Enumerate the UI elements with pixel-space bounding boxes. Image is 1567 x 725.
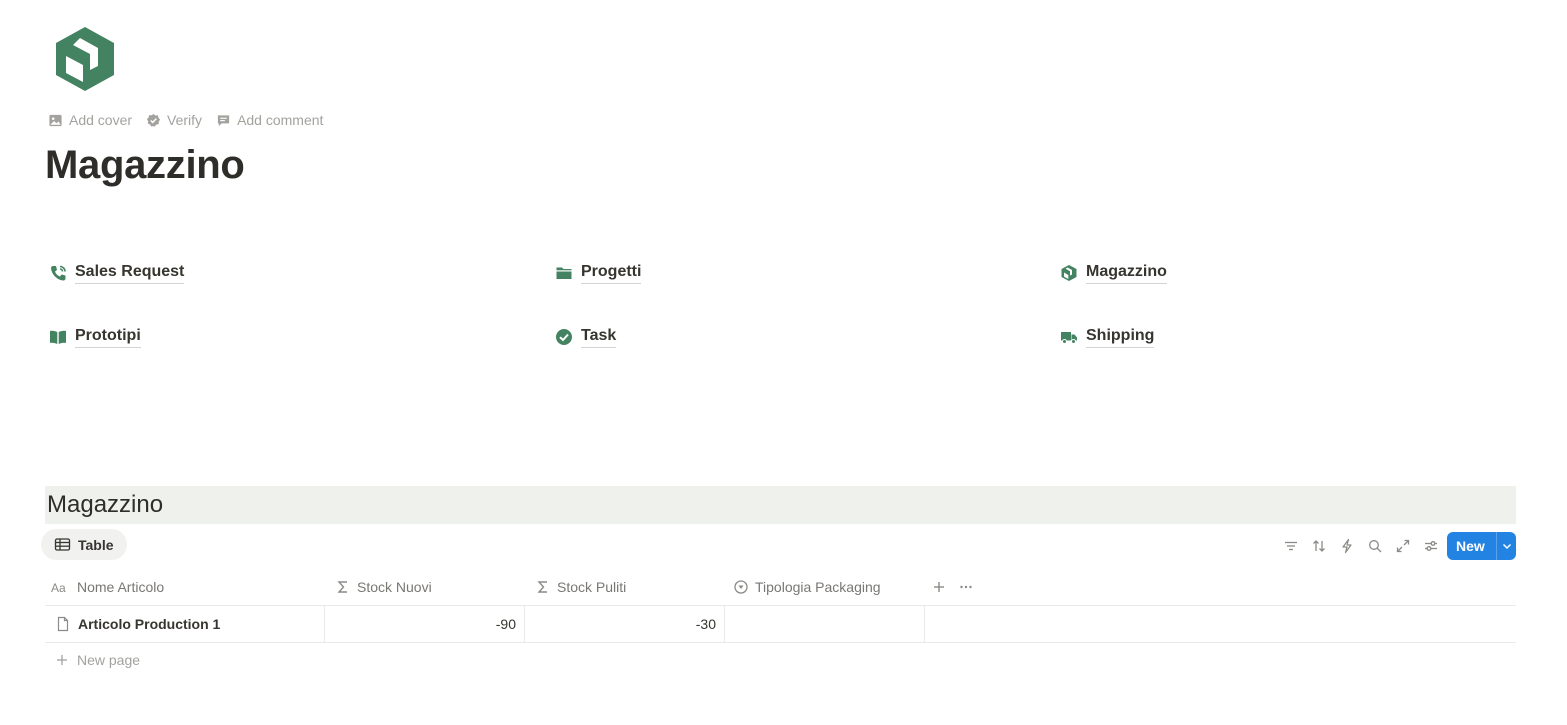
sort-button[interactable] — [1305, 534, 1333, 558]
link-shipping[interactable]: Shipping — [1060, 326, 1155, 348]
more-horizontal-icon — [960, 585, 972, 589]
image-icon — [49, 114, 62, 126]
link-label: Shipping — [1086, 326, 1155, 348]
database-title[interactable]: Magazzino — [47, 491, 163, 519]
settings-button[interactable] — [1417, 534, 1445, 558]
new-button-label: New — [1456, 538, 1485, 554]
cell-stock-puliti[interactable]: -30 — [525, 606, 725, 642]
link-magazzino[interactable]: Magazzino — [1060, 262, 1167, 284]
plus-icon — [57, 655, 67, 665]
filter-icon — [1285, 541, 1297, 551]
settings-icon — [1425, 541, 1437, 551]
link-label: Magazzino — [1086, 262, 1167, 284]
new-button[interactable]: New — [1447, 532, 1516, 560]
comment-icon — [217, 114, 230, 126]
search-icon — [1369, 540, 1382, 553]
add-cover-button[interactable]: Add cover — [48, 111, 132, 129]
expand-icon — [1396, 539, 1410, 553]
warehouse-box-icon — [56, 27, 114, 91]
table-row[interactable]: Articolo Production 1 -90 -30 — [45, 606, 1516, 643]
sigma-icon — [537, 581, 547, 593]
sort-icon — [1313, 540, 1325, 552]
add-property-button[interactable] — [931, 569, 947, 605]
check-circle-icon — [555, 328, 573, 346]
column-header-stock-nuovi[interactable]: Stock Nuovi — [335, 569, 432, 605]
search-button[interactable] — [1361, 534, 1389, 558]
filter-button[interactable] — [1277, 534, 1305, 558]
database-title-bar — [45, 486, 1516, 524]
page-icon-warehouse-box[interactable] — [52, 26, 118, 92]
verify-label: Verify — [167, 112, 203, 128]
column-header-stock-puliti[interactable]: Stock Puliti — [535, 569, 626, 605]
expand-button[interactable] — [1389, 534, 1417, 558]
link-progetti[interactable]: Progetti — [555, 262, 642, 284]
truck-icon — [1060, 328, 1078, 346]
page-actions: Add cover Verify Add comment — [48, 111, 323, 129]
new-page-button[interactable]: New page — [55, 652, 140, 668]
link-label: Prototipi — [75, 326, 141, 348]
box-icon — [1060, 264, 1078, 282]
new-page-label: New page — [77, 652, 141, 668]
view-tab-label: Table — [78, 536, 114, 553]
link-prototipi[interactable]: Prototipi — [49, 326, 141, 348]
more-options-button[interactable] — [958, 569, 974, 605]
folder-icon — [555, 264, 573, 282]
cell-tipologia-packaging[interactable] — [725, 606, 925, 642]
page-icon — [57, 616, 69, 632]
svg-text:Aa: Aa — [51, 581, 66, 595]
status-icon — [734, 580, 748, 594]
verify-badge-icon — [146, 113, 161, 127]
link-label: Sales Request — [75, 262, 185, 284]
column-header-nome-articolo[interactable]: Aa Nome Articolo — [51, 569, 164, 605]
link-task[interactable]: Task — [555, 326, 617, 348]
phone-icon — [49, 264, 67, 282]
cell-stock-nuovi[interactable]: -90 — [325, 606, 525, 642]
table-header: Aa Nome Articolo Stock Nuovi Stock Pulit… — [45, 569, 1516, 606]
add-comment-button[interactable]: Add comment — [216, 111, 323, 129]
link-label: Progetti — [581, 262, 642, 284]
add-cover-label: Add cover — [69, 112, 133, 128]
text-property-icon: Aa — [51, 581, 66, 595]
chevron-down-icon — [1502, 543, 1511, 550]
database-toolbar — [1277, 534, 1445, 558]
automation-button[interactable] — [1333, 534, 1361, 558]
row-name: Articolo Production 1 — [78, 616, 221, 632]
plus-icon — [934, 582, 944, 592]
view-tab-table[interactable]: Table — [41, 529, 127, 560]
add-comment-label: Add comment — [237, 112, 324, 128]
database-table: Aa Nome Articolo Stock Nuovi Stock Pulit… — [45, 569, 1516, 643]
verify-button[interactable]: Verify — [146, 111, 202, 129]
sigma-icon — [337, 581, 347, 593]
new-dropdown-button[interactable] — [1497, 540, 1516, 552]
cell-nome-articolo[interactable]: Articolo Production 1 — [45, 606, 325, 642]
automation-icon — [1342, 538, 1352, 554]
table-icon — [54, 538, 71, 551]
link-sales-request[interactable]: Sales Request — [49, 262, 185, 284]
link-label: Task — [581, 326, 617, 348]
page-title[interactable]: Magazzino — [45, 143, 245, 188]
column-header-tipologia-packaging[interactable]: Tipologia Packaging — [733, 569, 881, 605]
book-icon — [49, 328, 67, 346]
